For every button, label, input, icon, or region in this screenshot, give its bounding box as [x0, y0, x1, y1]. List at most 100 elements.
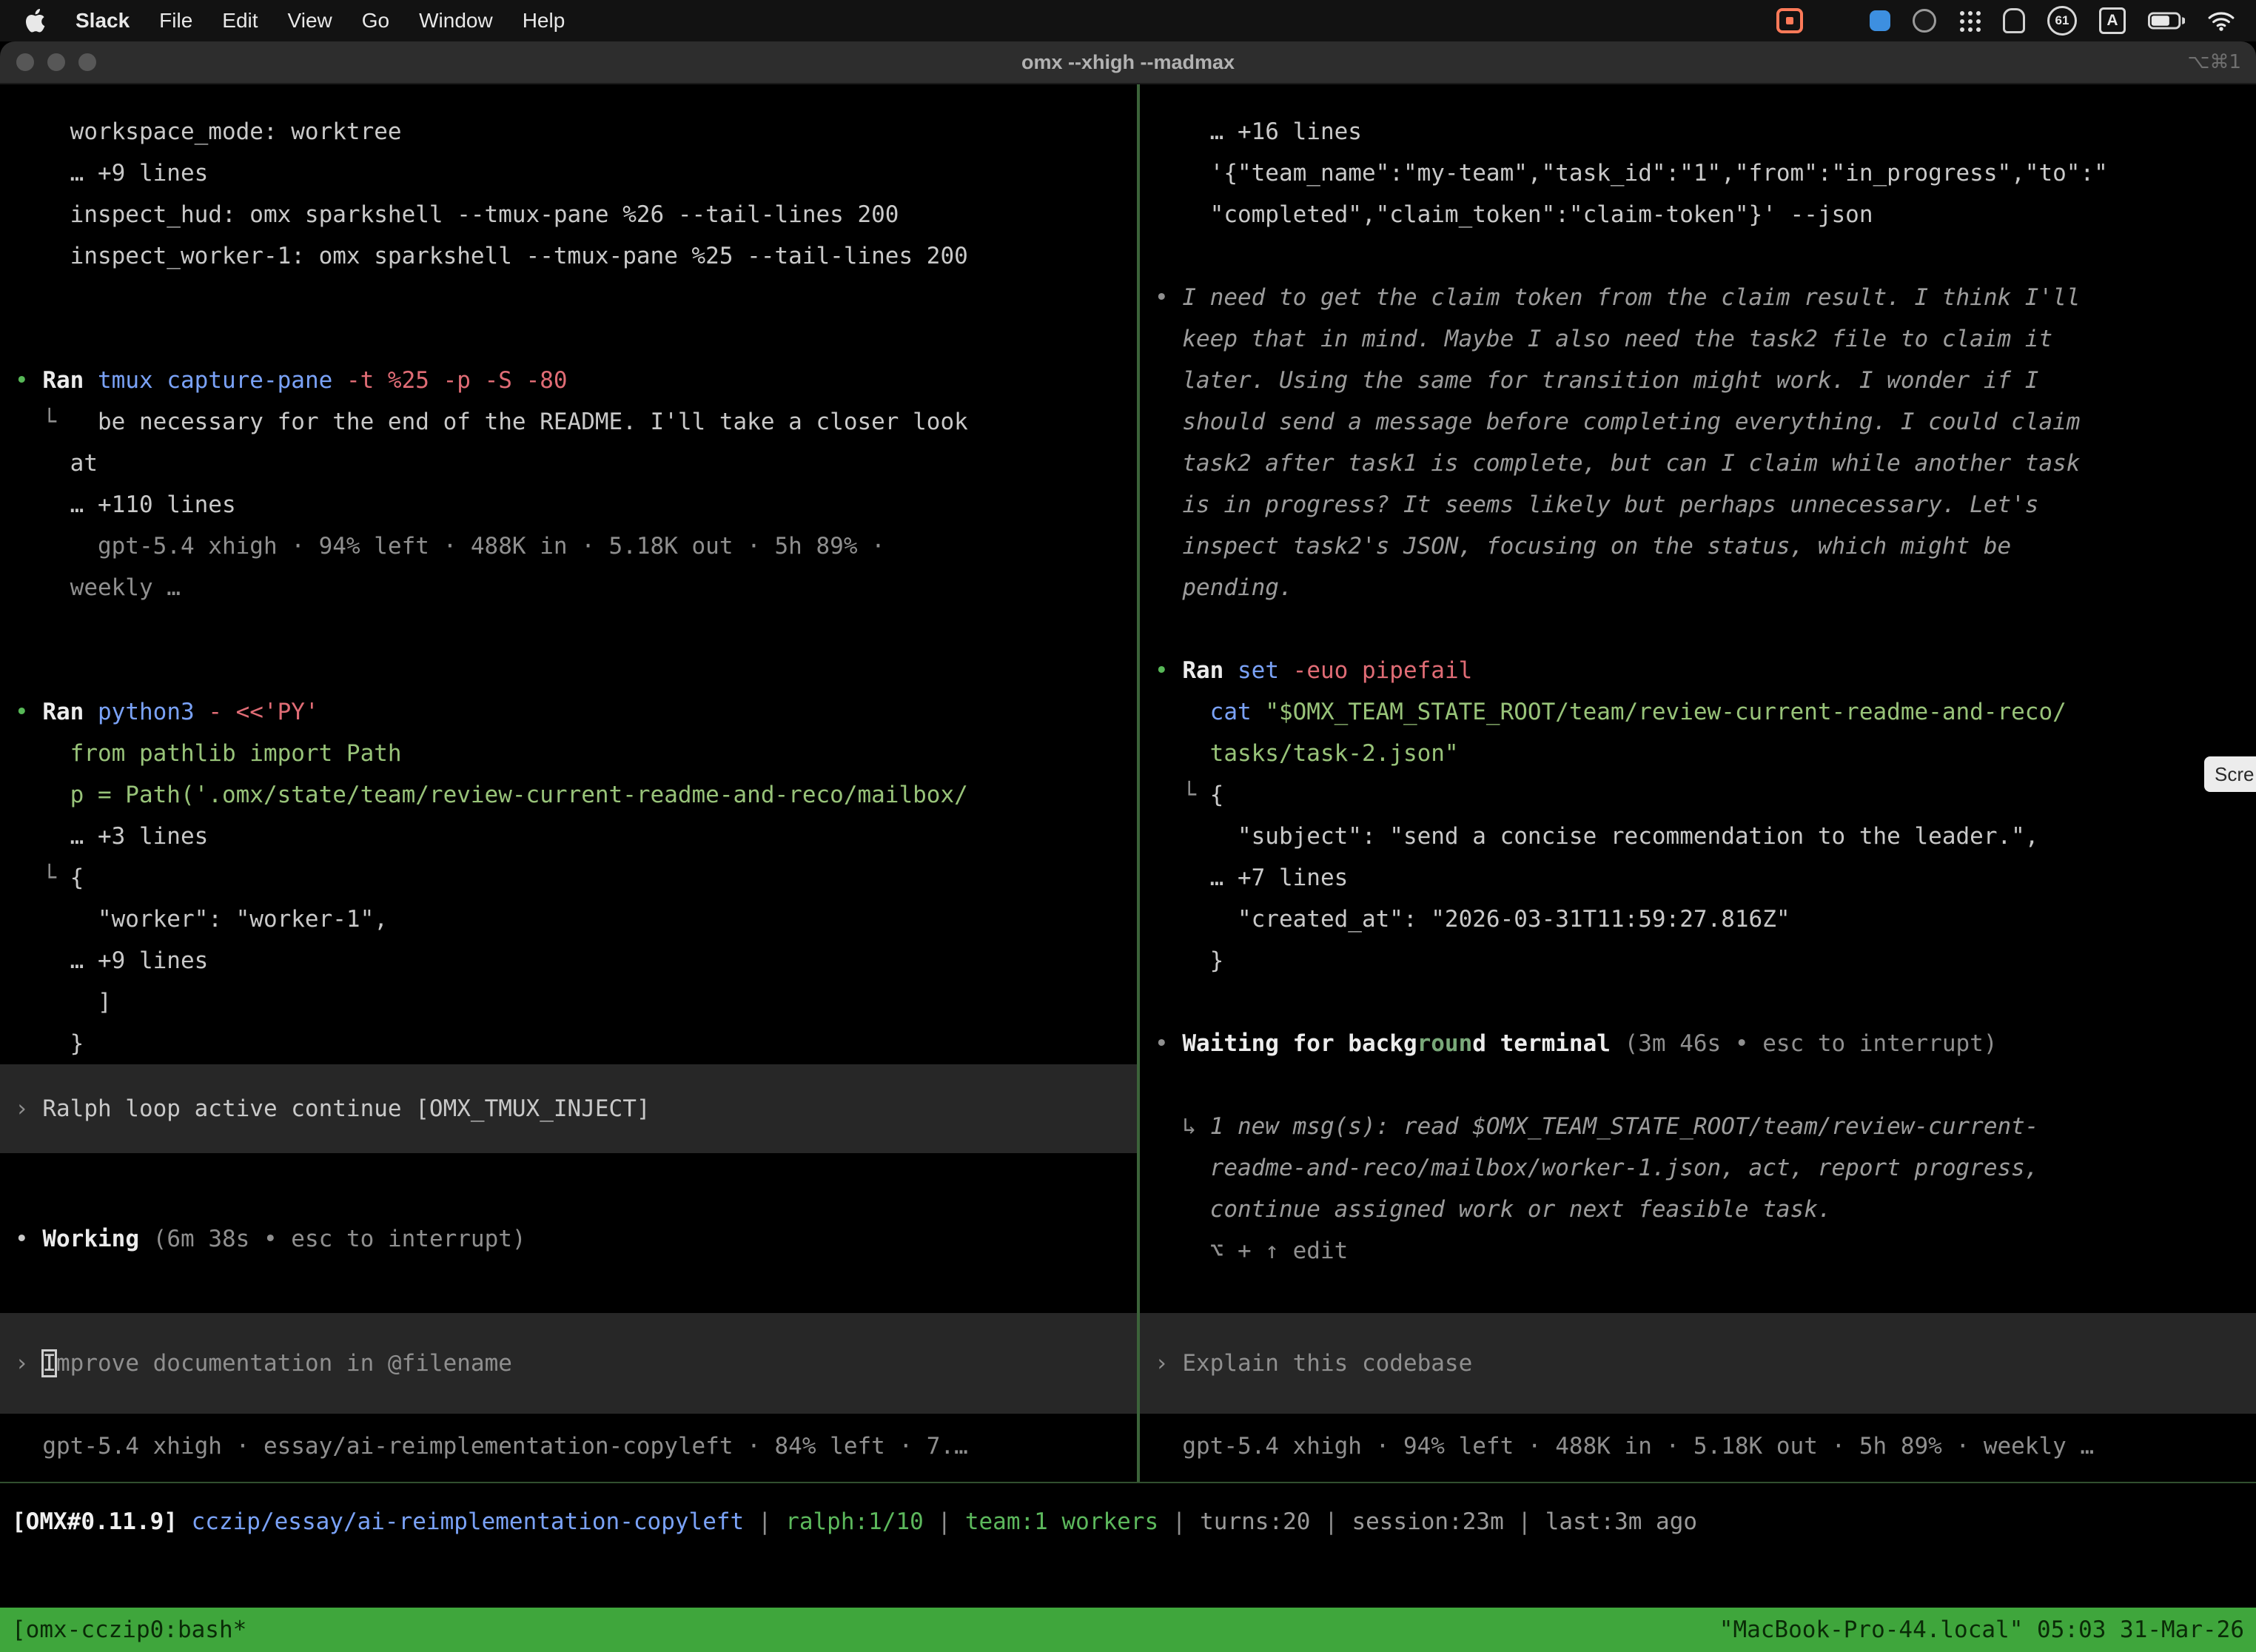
ghost-app-icon[interactable]	[2003, 8, 2025, 33]
blue-app-icon[interactable]	[1870, 10, 1890, 31]
text-segment: "worker": "worker-1",	[15, 906, 388, 933]
terminal-line: weekly …	[0, 567, 1137, 608]
text-segment: }	[1155, 947, 1223, 974]
menu-help[interactable]: Help	[508, 9, 580, 33]
text-segment: … +7 lines	[1155, 864, 1348, 891]
text-segment: weekly …	[15, 574, 181, 601]
text-segment: "$OMX_TEAM_STATE_ROOT/team/review-curren…	[1265, 699, 2067, 725]
terminal-line	[1140, 1064, 2256, 1106]
battery-icon[interactable]	[2148, 12, 2185, 30]
terminal-line: … +9 lines	[0, 152, 1137, 194]
text-segment: inspect task2's JSON, focusing on the st…	[1155, 533, 2011, 560]
terminal-line	[1140, 608, 2256, 650]
close-button[interactable]	[16, 53, 34, 71]
text-segment: Working	[42, 1226, 139, 1252]
text-segment: |	[1504, 1508, 1545, 1535]
terminal-line: at	[0, 443, 1137, 484]
window-titlebar[interactable]: omx --xhigh --madmax ⌥⌘1	[0, 41, 2256, 84]
terminal-line: … +16 lines	[1140, 111, 2256, 152]
menu-go[interactable]: Go	[347, 9, 404, 33]
wifi-icon[interactable]	[2207, 10, 2235, 32]
terminal-line: inspect_worker-1: omx sparkshell --tmux-…	[0, 235, 1137, 277]
text-segment: ›	[1155, 1350, 1182, 1377]
terminal-line: pending.	[1140, 567, 2256, 608]
text-segment: •	[1155, 657, 1169, 684]
text-segment: }	[15, 1030, 84, 1057]
menu-edit[interactable]: Edit	[207, 9, 272, 33]
terminal-line: ↳ 1 new msg(s): read $OMX_TEAM_STATE_ROO…	[1140, 1106, 2256, 1147]
text-segment: inspect_worker-1: omx sparkshell --tmux-…	[15, 243, 968, 269]
dots-grid-icon[interactable]	[1958, 10, 1981, 32]
tmux-session-label: [omx-cczip0:bash*	[12, 1616, 246, 1643]
terminal-line: ⌥ + ↑ edit	[1140, 1230, 2256, 1272]
text-segment: workspace_mode: worktree	[15, 118, 402, 145]
terminal-line: └ {	[1140, 774, 2256, 816]
menu-window[interactable]: Window	[404, 9, 508, 33]
text-segment: … +3 lines	[15, 823, 208, 850]
terminal-line: • I need to get the claim token from the…	[1140, 277, 2256, 318]
terminal-line: is in progress? It seems likely but perh…	[1140, 484, 2256, 526]
text-segment: readme-and-reco/mailbox/worker-1.json, a…	[1155, 1155, 2038, 1181]
text-segment: └	[15, 864, 70, 891]
terminal-line: • Working (6m 38s • esc to interrupt)	[0, 1218, 1137, 1260]
text-segment: "created_at": "2026-03-31T11:59:27.816Z"	[1155, 906, 1790, 933]
terminal-line: ]	[0, 981, 1137, 1023]
window-shortcut-hint: ⌥⌘1	[2187, 51, 2241, 73]
terminal-line	[0, 650, 1137, 691]
terminal-line: … +3 lines	[0, 816, 1137, 857]
terminal-line	[1140, 981, 2256, 1023]
menu-view[interactable]: View	[273, 9, 347, 33]
apple-menu[interactable]	[21, 8, 61, 33]
minimize-button[interactable]	[47, 53, 65, 71]
text-segment: •	[15, 1226, 29, 1252]
text-segment: gpt-5.4 xhigh · 94% left · 488K in · 5.1…	[15, 533, 885, 560]
terminal-line: "created_at": "2026-03-31T11:59:27.816Z"	[1140, 899, 2256, 940]
text-segment: should send a message before completing …	[1155, 409, 2080, 435]
text-segment: cczip/essay/ai-reimplementation-copyleft	[192, 1508, 745, 1535]
window-grid-icon[interactable]	[1825, 11, 1847, 30]
text-segment: •	[1155, 284, 1182, 311]
text-segment: (6m 38s • esc to interrupt)	[153, 1226, 526, 1252]
terminal-line	[1140, 235, 2256, 277]
text-segment: last:3m ago	[1545, 1508, 1697, 1535]
text-segment: cat	[1210, 699, 1266, 725]
text-segment: ›	[15, 1095, 42, 1122]
text-segment	[139, 1226, 153, 1252]
text-segment: … +16 lines	[1155, 118, 1362, 145]
text-segment: Ran	[42, 367, 98, 394]
text-segment: 1 new msg(s): read $OMX_TEAM_STATE_ROOT/…	[1210, 1113, 2039, 1140]
text-segment: python3	[98, 699, 195, 725]
text-segment: … +9 lines	[15, 947, 208, 974]
band-line: › Explain this codebase	[1140, 1343, 1472, 1384]
text-segment: … +110 lines	[15, 491, 236, 518]
text-segment: "subject": "send a concise recommendatio…	[1155, 823, 2038, 850]
app-menu-slack[interactable]: Slack	[61, 9, 144, 33]
terminal-line	[0, 277, 1137, 318]
terminal-line: inspect task2's JSON, focusing on the st…	[1140, 526, 2256, 567]
ralph-loop-banner: › Ralph loop active continue [OMX_TMUX_I…	[0, 1064, 1137, 1153]
text-segment: p = Path('.omx/state/team/review-current…	[15, 782, 968, 808]
input-source-icon[interactable]: A	[2099, 7, 2126, 34]
text-segment: └	[1155, 782, 1210, 808]
text-segment: Explain this codebase	[1182, 1350, 1472, 1377]
text-segment: •	[1155, 1030, 1182, 1057]
gap	[1140, 1414, 2256, 1426]
screen-record-icon[interactable]	[1776, 8, 1803, 33]
zoom-button[interactable]	[78, 53, 96, 71]
terminal-line: '{"team_name":"my-team","task_id":"1","f…	[1140, 152, 2256, 194]
terminal-line: gpt-5.4 xhigh · 94% left · 488K in · 5.1…	[0, 526, 1137, 567]
terminal-line: inspect_hud: omx sparkshell --tmux-pane …	[0, 194, 1137, 235]
dark-app-icon[interactable]	[1913, 9, 1936, 33]
terminal-line	[0, 608, 1137, 650]
terminal-line: └ be necessary for the end of the README…	[0, 401, 1137, 443]
screenshot-tooltip: Scre	[2204, 756, 2256, 792]
terminal-line: └ {	[0, 857, 1137, 899]
terminal-line: "completed","claim_token":"claim-token"}…	[1140, 194, 2256, 235]
prompt-input[interactable]: › Improve documentation in @filename	[0, 1313, 1137, 1414]
menu-file[interactable]: File	[144, 9, 207, 33]
terminal-line: • Waiting for background terminal (3m 46…	[1140, 1023, 2256, 1064]
text-segment: └	[15, 409, 98, 435]
battery-badge-icon[interactable]: 61	[2047, 6, 2077, 36]
prompt-suggestion[interactable]: › Explain this codebase	[1140, 1313, 2256, 1414]
text-segment	[29, 699, 43, 725]
